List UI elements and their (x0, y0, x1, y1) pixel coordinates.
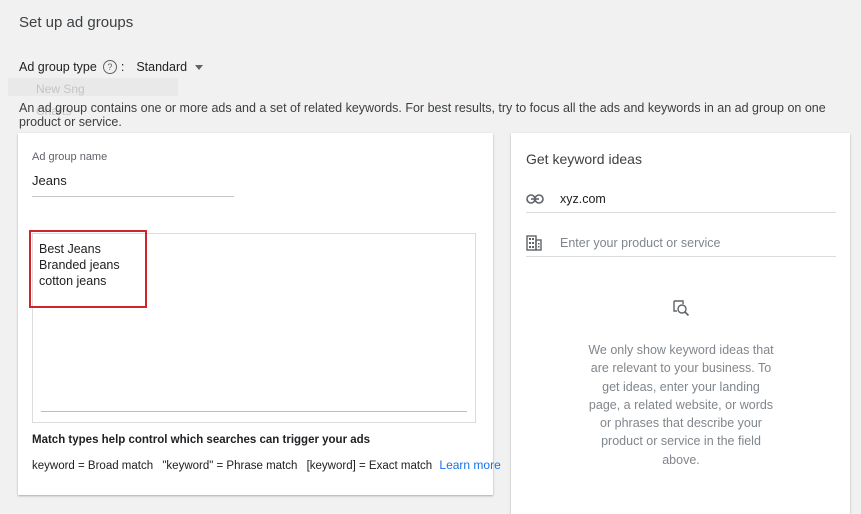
keyword-ideas-card: Get keyword ideas xyz.com Enter your pro… (511, 133, 850, 514)
ad-group-name-input[interactable]: Jeans (32, 173, 67, 188)
landing-page-value: xyz.com (560, 192, 606, 206)
match-types-row: keyword = Broad match "keyword" = Phrase… (32, 458, 501, 472)
colon: : (120, 60, 125, 74)
ad-group-type-row: Ad group type ? : Standard (19, 60, 204, 74)
help-icon[interactable]: ? (102, 60, 117, 74)
landing-page-input[interactable]: xyz.com (526, 186, 836, 213)
ad-group-name-label: Ad group name (32, 151, 108, 163)
keywords-highlight-box (29, 230, 147, 308)
exact-match-text: [keyword] = Exact match (306, 460, 433, 472)
phrase-match-text: "keyword" = Phrase match (162, 460, 298, 472)
keyword-ideas-info: We only show keyword ideas that are rele… (588, 343, 774, 467)
ad-group-type-select[interactable]: Standard (136, 60, 204, 74)
product-placeholder: Enter your product or service (560, 236, 721, 250)
page-title: Set up ad groups (19, 14, 134, 31)
input-underline (32, 196, 234, 197)
ad-group-card: Ad group name Jeans Best Jeans Branded j… (18, 133, 501, 495)
building-icon (526, 234, 550, 252)
faded-background-tabs: New Sng Charts (8, 78, 178, 118)
keyword-ideas-title: Get keyword ideas (526, 151, 642, 167)
ghost-tab: New Sng (36, 82, 85, 96)
search-document-icon (672, 299, 690, 322)
link-icon (526, 190, 550, 208)
chevron-down-icon (195, 64, 204, 70)
product-input[interactable]: Enter your product or service (526, 230, 836, 257)
ad-group-type-value: Standard (136, 60, 188, 74)
broad-match-text: keyword = Broad match (32, 460, 154, 472)
ad-group-description: An ad group contains one or more ads and… (19, 101, 826, 129)
learn-more-link[interactable]: Learn more (439, 458, 500, 472)
ad-group-type-label: Ad group type (19, 60, 97, 74)
textarea-underline (41, 411, 467, 412)
match-types-heading: Match types help control which searches … (32, 434, 371, 446)
